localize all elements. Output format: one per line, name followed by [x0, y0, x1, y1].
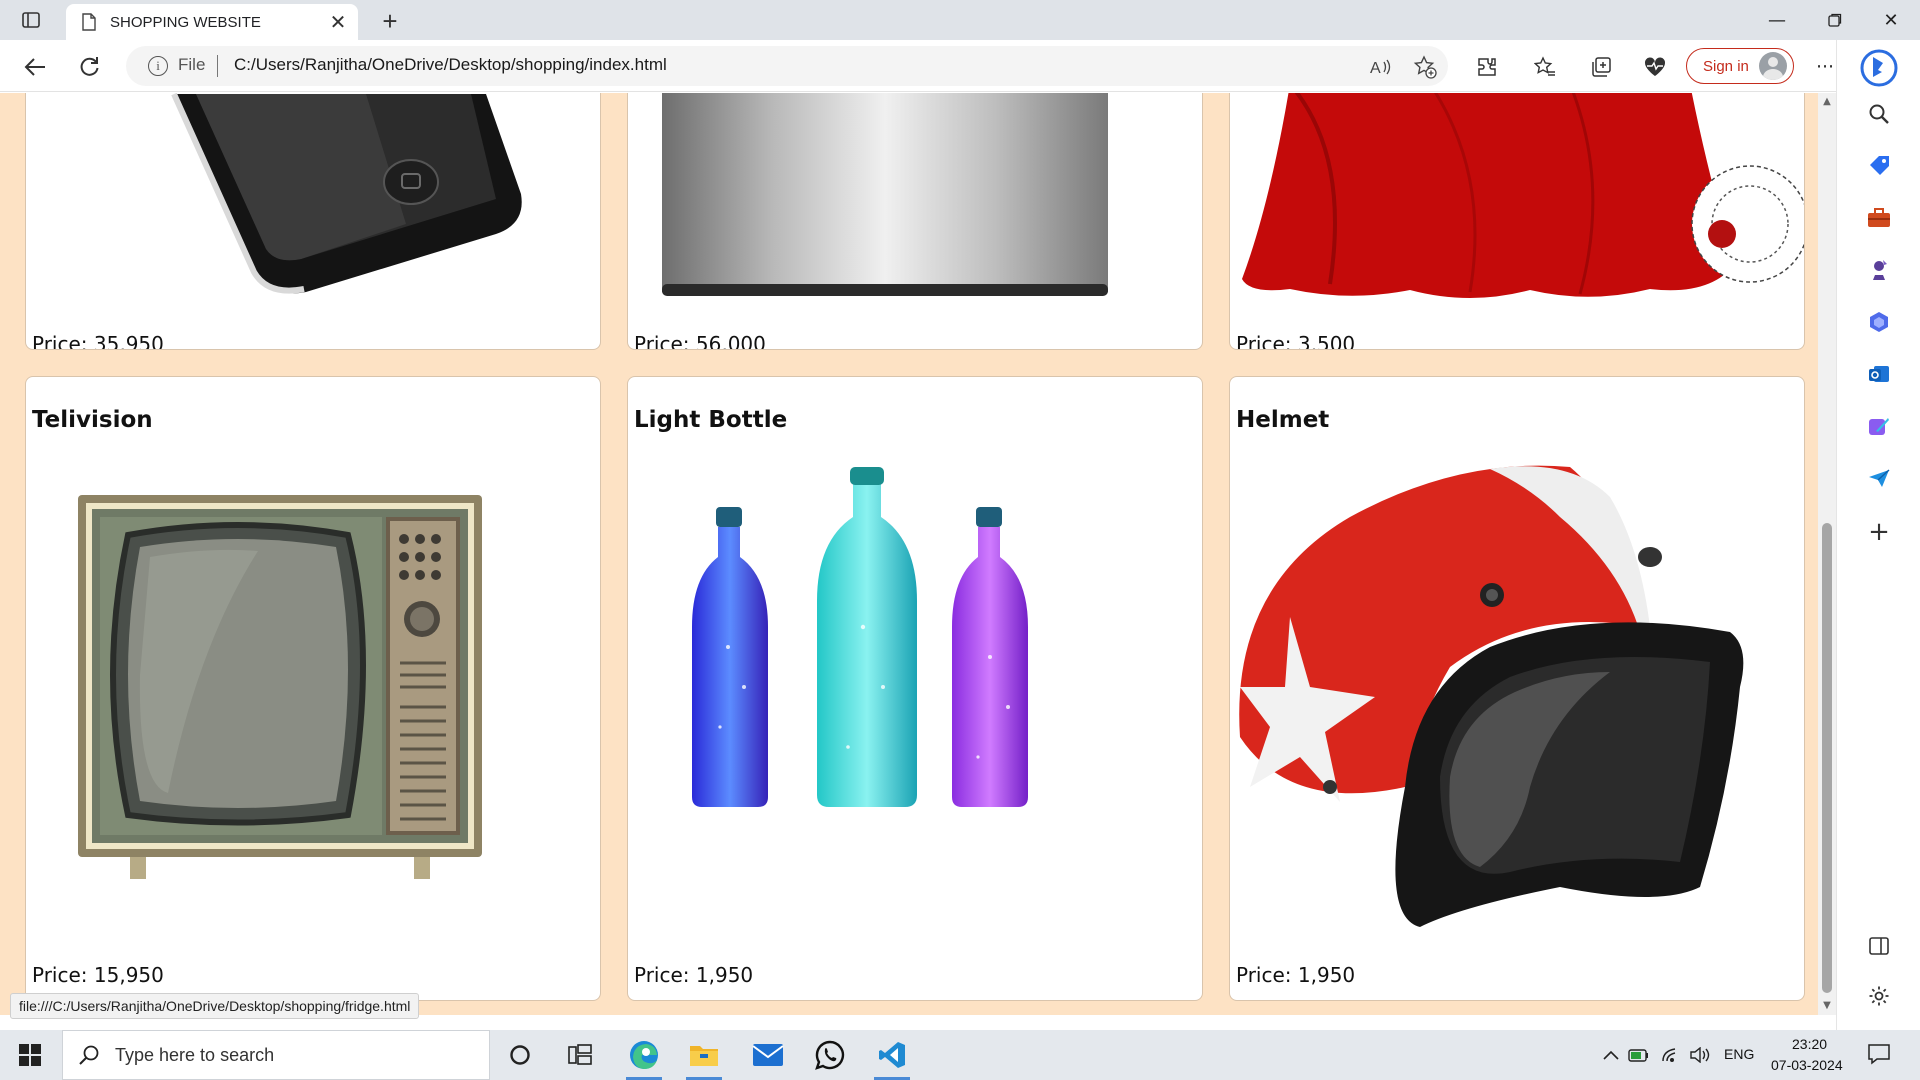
taskbar-search-box[interactable]: Type here to search — [62, 1030, 490, 1080]
minimize-button[interactable]: — — [1748, 0, 1806, 40]
clock-date[interactable]: 07-03-2024 — [1771, 1057, 1843, 1073]
product-price: Price: 3,500 — [1236, 332, 1356, 350]
search-icon[interactable] — [1863, 98, 1895, 130]
microsoft-365-icon[interactable] — [1863, 306, 1895, 338]
mail-icon[interactable] — [746, 1035, 790, 1075]
page-icon — [82, 13, 96, 31]
product-card-helmet[interactable]: Helmet Price: 1,950 — [1229, 376, 1805, 1001]
product-price: Price: 35,950 — [32, 332, 164, 350]
scroll-thumb[interactable] — [1822, 523, 1832, 993]
show-hidden-icons-icon[interactable] — [1600, 1044, 1622, 1066]
shopping-tag-icon[interactable] — [1863, 150, 1895, 182]
product-name: Light Bottle — [634, 407, 788, 433]
television-image — [78, 495, 482, 879]
volume-icon[interactable] — [1690, 1044, 1712, 1066]
link-status-bar: file:///C:/Users/Ranjitha/OneDrive/Deskt… — [10, 993, 420, 1019]
svg-text:A: A — [1370, 60, 1381, 76]
address-separator — [217, 55, 218, 77]
product-card-fridge[interactable]: Price: 56,000 — [627, 93, 1203, 350]
edge-sidebar: + — [1836, 40, 1920, 1030]
helmet-image — [1239, 465, 1744, 927]
new-tab-button[interactable]: + — [374, 6, 406, 36]
send-icon[interactable] — [1863, 462, 1895, 494]
product-price: Price: 15,950 — [32, 963, 164, 987]
sign-in-button[interactable]: Sign in — [1686, 48, 1794, 84]
product-name: Telivision — [32, 407, 153, 433]
add-icon[interactable]: + — [1863, 516, 1895, 548]
wifi-icon[interactable] — [1660, 1044, 1682, 1066]
close-tab-icon[interactable]: ✕ — [324, 8, 352, 36]
tab-actions-icon[interactable] — [14, 8, 48, 32]
tools-icon[interactable] — [1863, 202, 1895, 234]
games-icon[interactable] — [1863, 254, 1895, 286]
outlook-icon[interactable] — [1863, 358, 1895, 390]
windows-start-icon[interactable] — [12, 1039, 48, 1071]
scroll-down-icon[interactable]: ▼ — [1822, 1001, 1832, 1011]
address-bar[interactable]: i File C:/Users/Ranjitha/OneDrive/Deskto… — [126, 46, 1448, 86]
product-card-light-bottle[interactable]: Light Bottle Price: 1,950 — [627, 376, 1203, 1001]
product-card-television[interactable]: Telivision Price: 15,950 — [25, 376, 601, 1001]
fridge-image — [662, 93, 1108, 296]
favorites-icon[interactable] — [1530, 52, 1560, 82]
windows-taskbar: Type here to search ENG 23:20 07-03-2024 — [0, 1030, 1920, 1080]
tab-active[interactable]: SHOPPING WEBSITE ✕ — [66, 4, 358, 40]
settings-icon[interactable] — [1863, 980, 1895, 1012]
scroll-up-icon[interactable]: ▲ — [1822, 97, 1832, 107]
split-screen-icon[interactable] — [1863, 930, 1895, 962]
battery-icon[interactable] — [1628, 1044, 1650, 1066]
back-button[interactable] — [18, 50, 52, 84]
vscode-icon[interactable] — [870, 1035, 914, 1080]
browser-toolbar: i File C:/Users/Ranjitha/OneDrive/Deskto… — [0, 40, 1920, 92]
cortana-icon[interactable] — [498, 1035, 542, 1075]
light-bottle-image — [692, 467, 1028, 807]
dress-image — [1242, 93, 1804, 298]
browser-essentials-icon[interactable] — [1640, 52, 1670, 82]
extensions-icon[interactable] — [1472, 52, 1502, 82]
designer-icon[interactable] — [1863, 410, 1895, 442]
whatsapp-icon[interactable] — [808, 1035, 852, 1075]
refresh-button[interactable] — [72, 50, 106, 84]
phone-image — [171, 93, 522, 294]
product-card-dress[interactable]: Price: 3,500 — [1229, 93, 1805, 350]
collections-icon[interactable] — [1586, 52, 1616, 82]
search-icon — [79, 1045, 99, 1065]
language-indicator[interactable]: ENG — [1724, 1046, 1754, 1062]
add-favorite-icon[interactable] — [1412, 54, 1438, 80]
close-window-button[interactable]: ✕ — [1862, 0, 1920, 40]
product-price: Price: 56,000 — [634, 332, 766, 350]
product-card-phone[interactable]: Price: 35,950 — [25, 93, 601, 350]
title-bar: SHOPPING WEBSITE ✕ + — ✕ — [0, 0, 1920, 40]
product-price: Price: 1,950 — [634, 963, 754, 987]
task-view-icon[interactable] — [558, 1035, 602, 1075]
tab-title: SHOPPING WEBSITE — [110, 13, 261, 31]
read-aloud-icon[interactable]: A — [1368, 54, 1394, 80]
sign-in-label: Sign in — [1703, 57, 1749, 75]
page-viewport: Price: 35,950 Price: 56,000 Price: 3,500… — [0, 93, 1836, 1015]
bing-copilot-icon[interactable] — [1859, 48, 1899, 88]
product-name: Helmet — [1236, 407, 1330, 433]
file-explorer-icon[interactable] — [682, 1035, 726, 1080]
clock-time[interactable]: 23:20 — [1792, 1036, 1827, 1052]
page-scrollbar[interactable]: ▲ ▼ — [1818, 93, 1836, 1015]
product-price: Price: 1,950 — [1236, 963, 1356, 987]
address-url[interactable]: C:/Users/Ranjitha/OneDrive/Desktop/shopp… — [234, 55, 667, 75]
restore-button[interactable] — [1806, 0, 1864, 40]
edge-icon[interactable] — [622, 1035, 666, 1080]
search-placeholder: Type here to search — [115, 1044, 275, 1065]
address-scheme: File — [178, 55, 206, 74]
notifications-icon[interactable] — [1868, 1043, 1890, 1065]
avatar — [1758, 52, 1787, 80]
info-icon[interactable]: i — [148, 56, 168, 76]
